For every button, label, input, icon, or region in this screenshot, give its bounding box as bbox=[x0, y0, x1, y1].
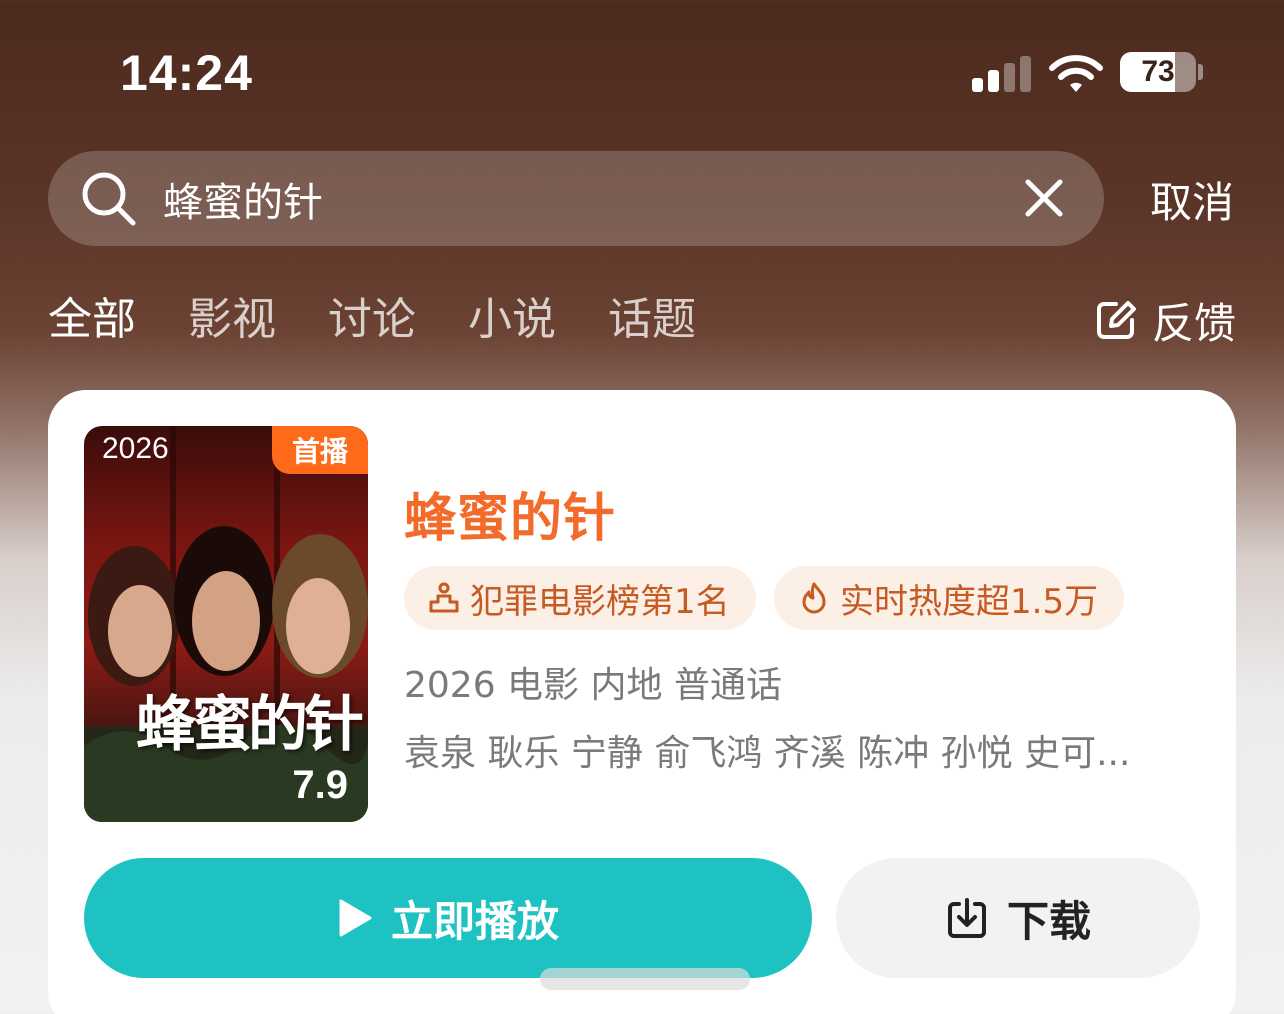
tab-topic[interactable]: 话题 bbox=[608, 290, 696, 350]
download-icon bbox=[947, 898, 986, 938]
feedback-label: 反馈 bbox=[1152, 298, 1237, 348]
cellular-signal-icon bbox=[972, 56, 1032, 92]
heat-tag[interactable]: 实时热度超1.5万 bbox=[774, 566, 1125, 630]
movie-cast: 袁泉 耿乐 宁静 俞飞鸿 齐溪 陈冲 孙悦 史可... bbox=[404, 733, 1131, 774]
tab-novel[interactable]: 小说 bbox=[468, 290, 556, 350]
podium-icon bbox=[429, 582, 459, 613]
poster-score: 7.9 bbox=[292, 763, 348, 807]
ranking-tag[interactable]: 犯罪电影榜第1名 bbox=[404, 566, 756, 630]
battery-level: 73 bbox=[1141, 55, 1175, 88]
movie-meta: 2026 电影 内地 普通话 bbox=[404, 665, 782, 706]
flame-icon bbox=[802, 582, 826, 614]
tab-discussion[interactable]: 讨论 bbox=[328, 290, 416, 350]
movie-poster[interactable]: 2026 首播 蜂蜜的针 7.9 bbox=[84, 426, 368, 822]
poster-year: 2026 bbox=[102, 432, 169, 465]
premiere-badge: 首播 bbox=[272, 426, 368, 474]
download-button[interactable]: 下载 bbox=[836, 858, 1200, 978]
tab-video[interactable]: 影视 bbox=[188, 290, 276, 350]
status-time: 14:24 bbox=[120, 45, 253, 101]
movie-title[interactable]: 蜂蜜的针 bbox=[404, 476, 616, 551]
home-indicator[interactable] bbox=[540, 968, 750, 990]
cancel-button[interactable]: 取消 bbox=[1150, 172, 1234, 227]
heat-tag-label: 实时热度超1.5万 bbox=[840, 581, 1099, 622]
battery-cap bbox=[1198, 64, 1203, 80]
search-icon bbox=[82, 172, 136, 226]
status-bar: 14:24 73 bbox=[0, 0, 1284, 140]
battery-icon: 73 bbox=[1120, 52, 1196, 92]
download-label: 下载 bbox=[1006, 896, 1091, 946]
wifi-icon bbox=[1049, 55, 1103, 92]
play-now-button[interactable]: 立即播放 bbox=[84, 858, 812, 978]
ranking-tag-label: 犯罪电影榜第1名 bbox=[470, 581, 730, 622]
search-query[interactable]: 蜂蜜的针 bbox=[163, 172, 323, 226]
feedback-button[interactable]: 反馈 bbox=[1094, 292, 1236, 348]
play-icon bbox=[339, 899, 372, 937]
tab-all[interactable]: 全部 bbox=[48, 290, 136, 350]
play-now-label: 立即播放 bbox=[390, 896, 559, 946]
edit-icon bbox=[1097, 301, 1136, 339]
category-tabs: 全部 影视 讨论 小说 话题 bbox=[48, 290, 696, 350]
poster-title: 蜂蜜的针 bbox=[136, 690, 364, 760]
clear-icon[interactable] bbox=[1020, 174, 1068, 222]
